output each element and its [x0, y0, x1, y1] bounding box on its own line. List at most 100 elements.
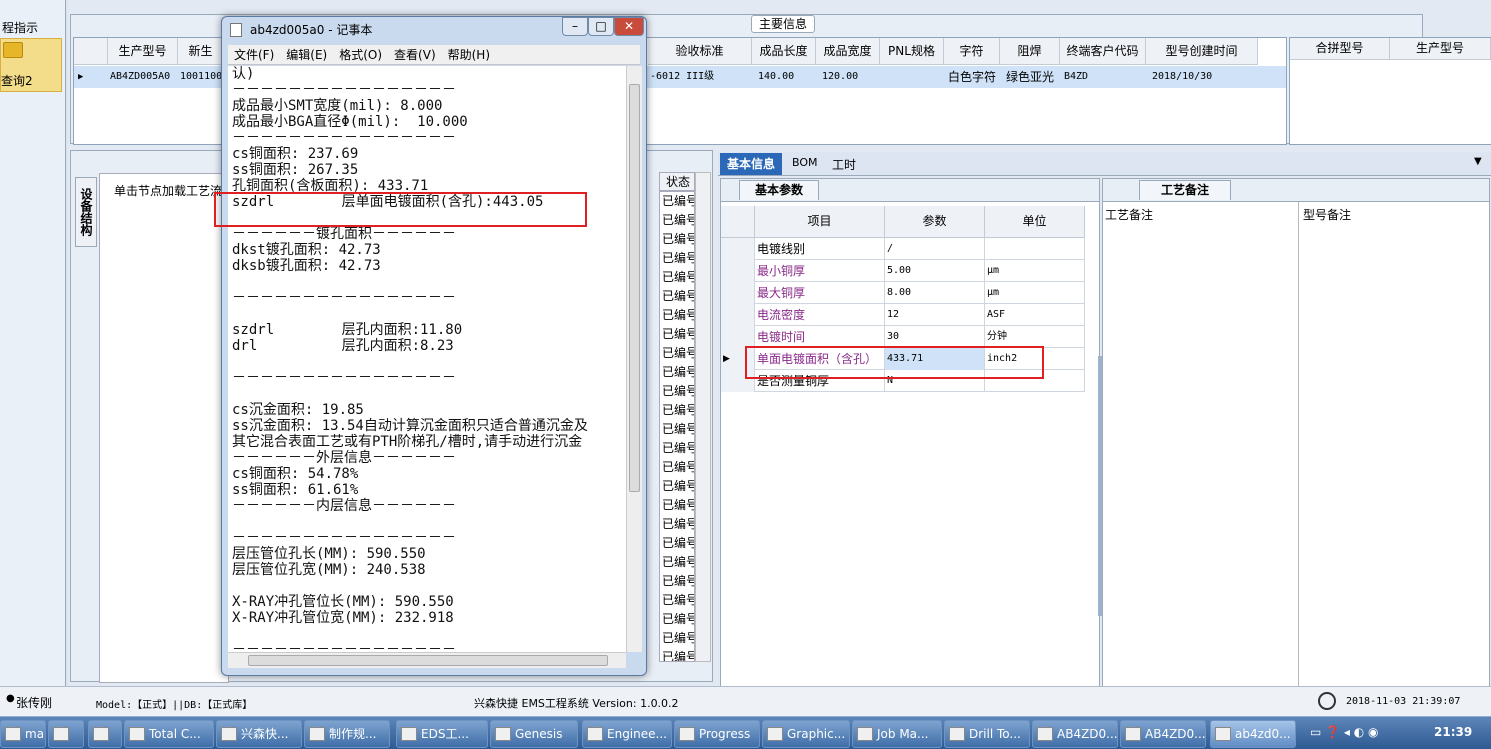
cell-created: 2018/10/30: [1152, 71, 1213, 82]
row-selector[interactable]: [721, 304, 755, 326]
col-header[interactable]: 单位: [985, 206, 1085, 238]
tab-bom[interactable]: BOM: [792, 156, 818, 169]
cell-param[interactable]: 5.00: [885, 260, 985, 282]
notepad-menubar: 文件(F) 编辑(E) 格式(O) 查看(V) 帮助(H): [228, 45, 640, 65]
table-row[interactable]: 电流密度 12 ASF: [721, 304, 1085, 326]
taskbar-button[interactable]: ab4zd0...: [1210, 720, 1296, 748]
taskbar-button[interactable]: Total C...: [124, 720, 214, 748]
notepad-text-area[interactable]: 认) －－－－－－－－－－－－－－－－ 成品最小SMT宽度(mil): 8.000 成…: [228, 66, 626, 652]
menu-edit[interactable]: 编辑(E): [280, 45, 333, 65]
cell-param[interactable]: 30: [885, 326, 985, 348]
cell-unit: 分钟: [985, 326, 1085, 348]
app-icon: [679, 727, 695, 741]
model-notes-field[interactable]: 型号备注: [1301, 202, 1489, 688]
notepad-hscrollbar[interactable]: [228, 652, 626, 668]
notepad-line: 层压管位孔宽(MM): 240.538: [232, 562, 426, 578]
taskbar-button[interactable]: Drill To...: [944, 720, 1030, 748]
taskbar-button[interactable]: [88, 720, 122, 748]
notes-panel: 工艺备注 工艺备注 型号备注: [1102, 178, 1490, 688]
tray-clock[interactable]: 21:39: [1434, 725, 1472, 739]
chevron-down-icon[interactable]: ▼: [1474, 156, 1482, 167]
tab-basic-params[interactable]: 基本参数: [739, 180, 819, 200]
table-row[interactable]: 最小铜厚 5.00 μm: [721, 260, 1085, 282]
notepad-line: 层压管位孔长(MM): 590.550: [232, 546, 426, 562]
col-header[interactable]: 型号创建时间: [1146, 38, 1258, 65]
taskbar-button[interactable]: 兴森快...: [216, 720, 302, 748]
taskbar-button-label: EDS工...: [421, 727, 469, 741]
minimize-button[interactable]: –: [562, 17, 588, 36]
row-selector[interactable]: [721, 238, 755, 260]
nav-item-query[interactable]: 查询2: [0, 38, 62, 92]
table-row[interactable]: 电镀线别 /: [721, 238, 1085, 260]
notepad-line: －－－－－－－－－－－－－－－－: [232, 82, 456, 98]
taskbar-button[interactable]: Progress: [674, 720, 760, 748]
menu-file[interactable]: 文件(F): [228, 45, 280, 65]
app-icon: [767, 727, 783, 741]
highlight-box-params: [745, 346, 1044, 379]
app-icon: [587, 727, 603, 741]
taskbar-button[interactable]: Job Ma...: [852, 720, 942, 748]
status-header[interactable]: 状态: [659, 172, 695, 191]
process-notes-field[interactable]: 工艺备注: [1103, 202, 1299, 688]
col-header[interactable]: 生产型号: [108, 38, 178, 65]
col-header[interactable]: PNL规格: [880, 38, 944, 65]
col-header[interactable]: 阻焊: [1000, 38, 1060, 65]
cell-param[interactable]: /: [885, 238, 985, 260]
app-icon: [949, 727, 965, 741]
cell-item: 电镀线别: [755, 238, 885, 260]
col-header[interactable]: 生产型号: [1390, 38, 1491, 60]
row-selector[interactable]: [721, 282, 755, 304]
taskbar-button[interactable]: Enginee...: [582, 720, 672, 748]
col-header[interactable]: 合拼型号: [1290, 38, 1390, 60]
app-icon: [309, 727, 325, 741]
tab-basic-info[interactable]: 基本信息: [720, 153, 782, 175]
taskbar-button-label: AB4ZD0...: [1145, 727, 1206, 741]
col-header[interactable]: 成品宽度: [816, 38, 880, 65]
taskbar-button[interactable]: EDS工...: [396, 720, 488, 748]
col-header[interactable]: 新生: [178, 38, 224, 65]
tab-process-notes[interactable]: 工艺备注: [1139, 180, 1231, 200]
taskbar-button[interactable]: AB4ZD0...: [1032, 720, 1118, 748]
row-selector[interactable]: [721, 326, 755, 348]
col-header[interactable]: 项目: [755, 206, 885, 238]
model-notes-label: 型号备注: [1303, 208, 1352, 222]
status-cell: 已编号: [662, 650, 695, 662]
col-header[interactable]: 参数: [885, 206, 985, 238]
taskbar-button[interactable]: AB4ZD0...: [1120, 720, 1206, 748]
hscroll-thumb[interactable]: [248, 655, 608, 666]
close-icon[interactable]: ✕: [614, 17, 644, 36]
cell-param[interactable]: 8.00: [885, 282, 985, 304]
status-scrollbar[interactable]: [695, 172, 711, 662]
table-row[interactable]: 电镀时间 30 分钟: [721, 326, 1085, 348]
status-cell: 已编号: [662, 479, 695, 493]
maximize-button[interactable]: □: [588, 17, 614, 36]
taskbar-button-label: 制作规...: [329, 727, 377, 741]
tab-worktime[interactable]: 工时: [832, 156, 856, 173]
col-header[interactable]: 字符: [944, 38, 1000, 65]
process-tree[interactable]: 单击节点加载工艺流: [99, 173, 229, 683]
taskbar-button[interactable]: Genesis: [490, 720, 578, 748]
taskbar-button[interactable]: Graphic...: [762, 720, 850, 748]
menu-help[interactable]: 帮助(H): [442, 45, 496, 65]
taskbar-button[interactable]: [48, 720, 84, 748]
side-tab-structure[interactable]: 设备结构: [75, 177, 97, 247]
menu-view[interactable]: 查看(V): [388, 45, 442, 65]
row-selector[interactable]: [721, 260, 755, 282]
notepad-line: －－－－－－镀孔面积－－－－－－: [232, 226, 456, 242]
table-row[interactable]: 最大铜厚 8.00 μm: [721, 282, 1085, 304]
nav-item-process[interactable]: 程指示: [0, 18, 62, 38]
notepad-vscrollbar[interactable]: [626, 66, 642, 652]
tray-icons[interactable]: ▭ ❓ ◂ ◐ ◉: [1310, 725, 1379, 739]
scroll-thumb[interactable]: [629, 84, 640, 492]
taskbar-button[interactable]: mail: [0, 720, 46, 748]
taskbar-button-label: Graphic...: [787, 727, 846, 741]
col-header[interactable]: 成品长度: [752, 38, 816, 65]
cell-param[interactable]: 12: [885, 304, 985, 326]
col-header[interactable]: 验收标准: [648, 38, 752, 65]
app-icon: [1125, 727, 1141, 741]
menu-format[interactable]: 格式(O): [333, 45, 388, 65]
status-cell: 已编号: [662, 365, 695, 379]
cell-standard: -6012 III级: [650, 71, 715, 82]
col-header[interactable]: 终端客户代码: [1060, 38, 1146, 65]
taskbar-button[interactable]: 制作规...: [304, 720, 390, 748]
